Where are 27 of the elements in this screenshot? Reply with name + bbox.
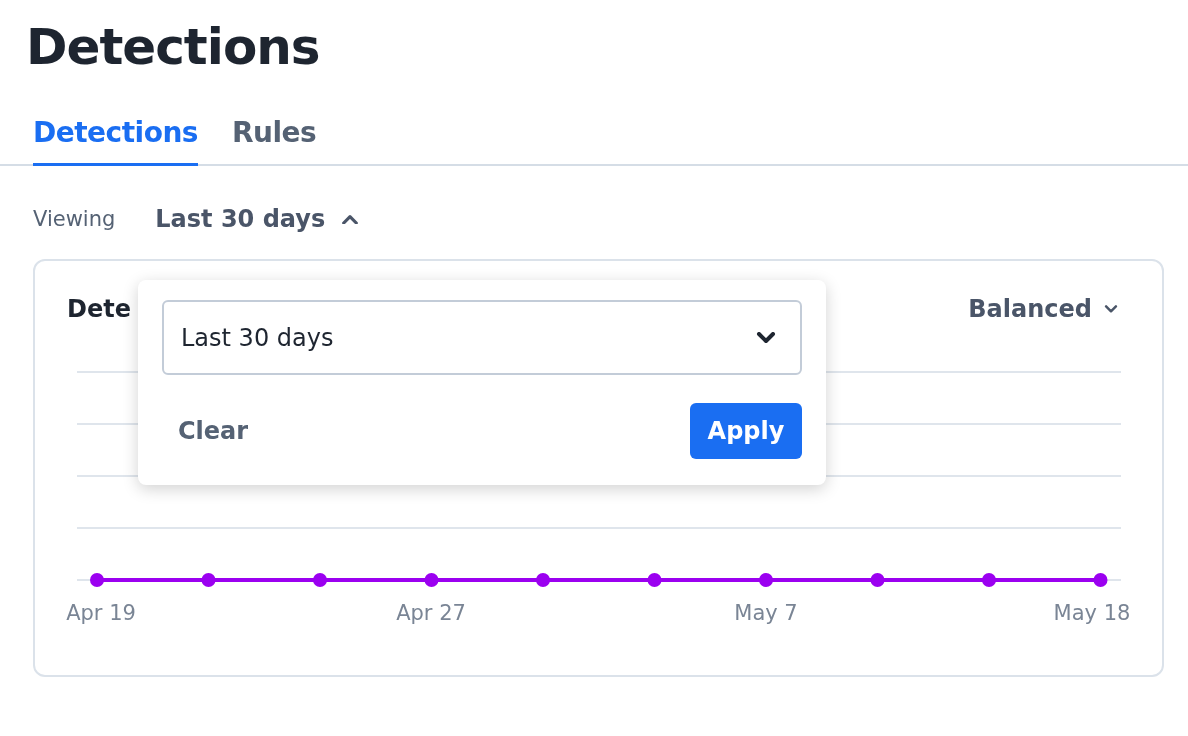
chevron-icon <box>1104 304 1118 314</box>
apply-button[interactable]: Apply <box>690 403 802 459</box>
chevron-icon <box>341 213 360 225</box>
data-point <box>870 573 885 587</box>
axis-label: May 18 <box>1053 601 1131 625</box>
date-range-select[interactable]: Last 30 days <box>162 300 802 375</box>
data-point <box>982 573 996 587</box>
axis-label: May 7 <box>734 601 798 625</box>
filter-label: Viewing <box>33 207 116 231</box>
clear-button[interactable]: Clear <box>162 417 249 445</box>
tab[interactable]: Rules <box>232 116 317 166</box>
data-point <box>759 573 773 587</box>
data-point <box>201 573 216 587</box>
chevron-icon <box>756 331 776 344</box>
axis-label: Apr 19 <box>66 601 136 625</box>
card-title: Dete <box>67 295 131 323</box>
tab[interactable]: Detections <box>33 116 199 166</box>
date-range-dropdown[interactable]: Last 30 days <box>155 205 360 233</box>
data-point <box>647 573 662 587</box>
data-point <box>90 573 104 587</box>
data-point <box>536 573 550 587</box>
axis-label: Apr 27 <box>396 601 466 625</box>
data-point <box>424 573 439 587</box>
data-point <box>1093 573 1108 587</box>
mode-dropdown[interactable]: Balanced <box>968 295 1118 323</box>
data-point <box>313 573 327 587</box>
page-title: Detections <box>25 17 320 78</box>
